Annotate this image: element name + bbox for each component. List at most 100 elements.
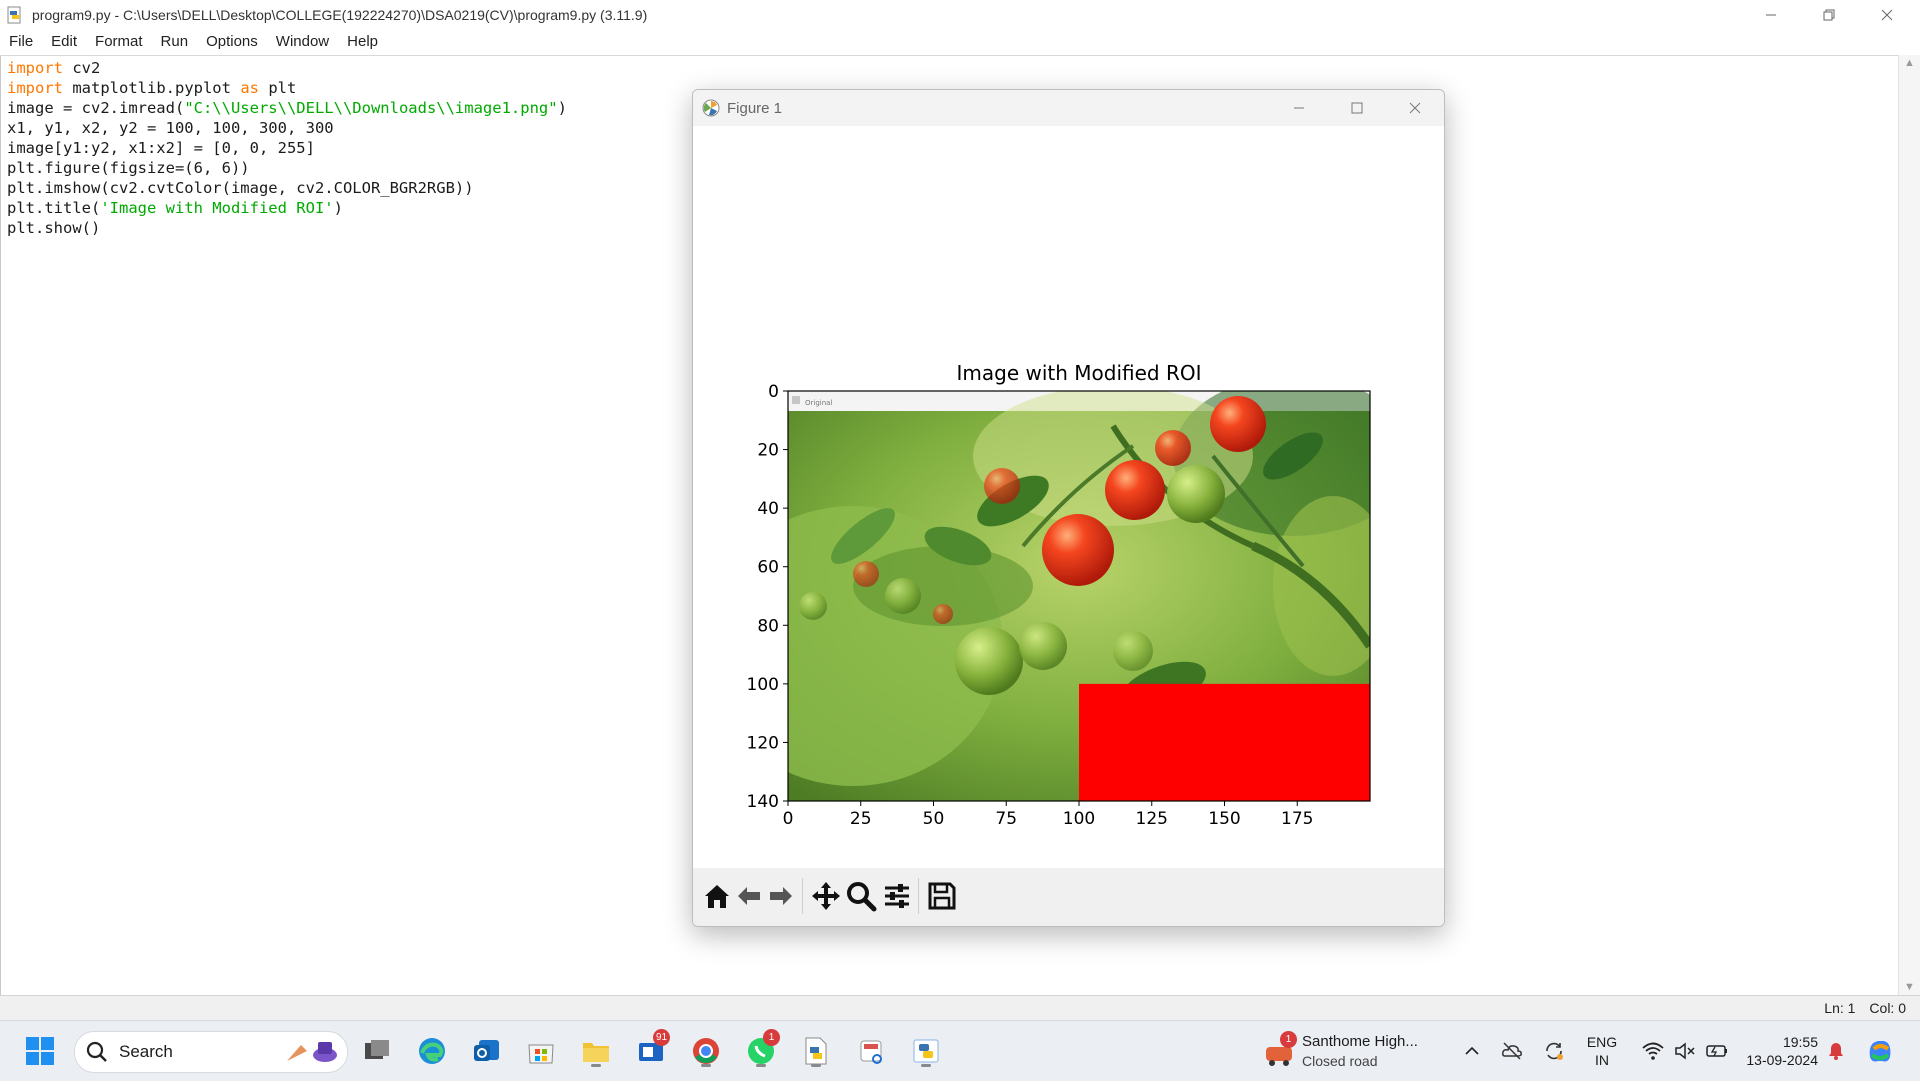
- language-code: ENG: [1586, 1034, 1618, 1050]
- search-highlight-icon: [287, 1042, 337, 1062]
- news-title: Santhome High...: [1302, 1033, 1418, 1050]
- start-button[interactable]: [20, 1031, 60, 1071]
- menu-file[interactable]: File: [0, 33, 42, 50]
- matplotlib-icon: [702, 99, 720, 117]
- home-button[interactable]: [701, 880, 733, 912]
- x-tick-label: 0: [783, 809, 794, 829]
- figure-minimize-button[interactable]: [1270, 90, 1328, 126]
- code-line[interactable]: plt.figure(figsize=(6, 6)): [7, 158, 567, 178]
- code-token: image[y1:y2, x1:x2] = [0, 0, 255]: [7, 139, 315, 157]
- copilot-button[interactable]: [1860, 1031, 1900, 1071]
- status-col: Col: 0: [1869, 1000, 1906, 1016]
- clock[interactable]: 19:55 13-09-2024: [1728, 1033, 1818, 1069]
- menu-options[interactable]: Options: [197, 33, 267, 50]
- menu-window[interactable]: Window: [267, 33, 338, 50]
- y-tick-label: 60: [757, 558, 779, 578]
- code-line[interactable]: plt.title('Image with Modified ROI'): [7, 198, 567, 218]
- y-tick-label: 40: [757, 499, 779, 519]
- minimize-button[interactable]: [1742, 0, 1800, 29]
- code-token: plt.title(: [7, 199, 101, 217]
- code-line[interactable]: import matplotlib.pyplot as plt: [7, 78, 567, 98]
- outlook-new-button[interactable]: [467, 1031, 507, 1071]
- chrome-button[interactable]: [686, 1031, 726, 1071]
- python-button[interactable]: [906, 1031, 946, 1071]
- y-tick-label: 20: [757, 441, 779, 461]
- idle-menu-bar: File Edit Format Run Options Window Help: [0, 29, 1920, 54]
- taskbar: Search 91 1 1 Santhome High... Closed ro…: [0, 1020, 1920, 1081]
- menu-format[interactable]: Format: [86, 33, 152, 50]
- outlook-button[interactable]: 91: [631, 1029, 671, 1071]
- code-token: plt.show(): [7, 219, 101, 237]
- figure-close-button[interactable]: [1386, 90, 1444, 126]
- figure-title-bar[interactable]: Figure 1: [693, 90, 1444, 126]
- configure-subplots-button[interactable]: [881, 880, 913, 912]
- zoom-icon: [847, 882, 877, 912]
- code-line[interactable]: x1, y1, x2, y2 = 100, 100, 300, 300: [7, 118, 567, 138]
- news-widget[interactable]: 1 Santhome High... Closed road: [1262, 1031, 1452, 1071]
- status-line: Ln: 1: [1824, 1000, 1856, 1016]
- sync-button[interactable]: [1534, 1031, 1574, 1071]
- scroll-up-icon[interactable]: ▲: [1904, 57, 1915, 69]
- y-axis: 0 20 40 60 80 100 120 140: [747, 382, 788, 812]
- code-token: matplotlib.pyplot: [63, 79, 241, 97]
- y-tick-label: 100: [747, 675, 779, 695]
- scroll-down-icon[interactable]: ▼: [1904, 981, 1915, 993]
- x-tick-label: 100: [1063, 809, 1095, 829]
- idle-file-button[interactable]: [796, 1031, 836, 1071]
- code-line[interactable]: plt.imshow(cv2.cvtColor(image, cv2.COLOR…: [7, 178, 567, 198]
- zoom-button[interactable]: [845, 880, 877, 912]
- code-token: import: [7, 59, 63, 77]
- sync-icon: [1546, 1042, 1563, 1060]
- language-indicator[interactable]: ENG IN: [1580, 1033, 1624, 1069]
- x-tick-label: 75: [995, 809, 1017, 829]
- cloud-off-icon: [1502, 1042, 1522, 1060]
- plot-title: Image with Modified ROI: [956, 361, 1201, 385]
- restore-button[interactable]: [1800, 0, 1858, 29]
- code-line[interactable]: import cv2: [7, 58, 567, 78]
- edge-icon: [419, 1038, 445, 1064]
- code-line[interactable]: image[y1:y2, x1:x2] = [0, 0, 255]: [7, 138, 567, 158]
- task-view-button[interactable]: [357, 1031, 397, 1071]
- x-tick-label: 125: [1136, 809, 1168, 829]
- figure-canvas[interactable]: Image with Modified ROI Original 0 25 50…: [693, 126, 1444, 868]
- code-line[interactable]: plt.show(): [7, 218, 567, 238]
- code-token: as: [240, 79, 259, 97]
- outlook-badge: 91: [653, 1029, 670, 1046]
- store-button[interactable]: [521, 1031, 561, 1071]
- back-button[interactable]: [733, 880, 765, 912]
- code-text[interactable]: import cv2 import matplotlib.pyplot as pl…: [7, 58, 567, 238]
- menu-run[interactable]: Run: [152, 33, 198, 50]
- menu-edit[interactable]: Edit: [42, 33, 86, 50]
- menu-help[interactable]: Help: [338, 33, 387, 50]
- show-hidden-icons-button[interactable]: [1452, 1031, 1492, 1071]
- forward-button[interactable]: [765, 880, 797, 912]
- onedrive-button[interactable]: [1492, 1031, 1532, 1071]
- whatsapp-button[interactable]: 1: [741, 1029, 781, 1071]
- file-explorer-button[interactable]: [576, 1031, 616, 1071]
- y-tick-label: 140: [747, 792, 779, 812]
- figure-maximize-button[interactable]: [1328, 90, 1386, 126]
- quick-settings-button[interactable]: [1630, 1031, 1740, 1071]
- code-token: 'Image with Modified ROI': [100, 199, 334, 217]
- folder-icon: [583, 1043, 609, 1062]
- taskbar-search[interactable]: Search: [74, 1031, 348, 1073]
- notifications-button[interactable]: [1818, 1031, 1854, 1071]
- vertical-scrollbar[interactable]: ▲ ▼: [1898, 55, 1920, 995]
- volume-muted-icon: [1675, 1042, 1695, 1060]
- snipping-tool-button[interactable]: [851, 1031, 891, 1071]
- pan-icon: [812, 882, 840, 910]
- code-line[interactable]: image = cv2.imread("C:\\Users\\DELL\\Dow…: [7, 98, 567, 118]
- idle-title-bar: program9.py - C:\Users\DELL\Desktop\COLL…: [0, 0, 1920, 29]
- bell-icon: [1829, 1043, 1843, 1060]
- running-indicator: [811, 1064, 821, 1067]
- save-button[interactable]: [926, 880, 958, 912]
- close-button[interactable]: [1858, 0, 1916, 29]
- pan-button[interactable]: [810, 880, 842, 912]
- status-bar: Ln: 1 Col: 0: [0, 995, 1920, 1020]
- x-axis: 0 25 50 75 100 125 150 175: [783, 801, 1313, 829]
- figure-window[interactable]: Figure 1 Image with Modified ROI Origina…: [692, 89, 1445, 927]
- code-token: plt.imshow(cv2.cvtColor(image, cv2.COLOR…: [7, 179, 474, 197]
- edge-button[interactable]: [412, 1031, 452, 1071]
- chrome-icon: [693, 1038, 719, 1064]
- news-subtitle: Closed road: [1302, 1053, 1378, 1069]
